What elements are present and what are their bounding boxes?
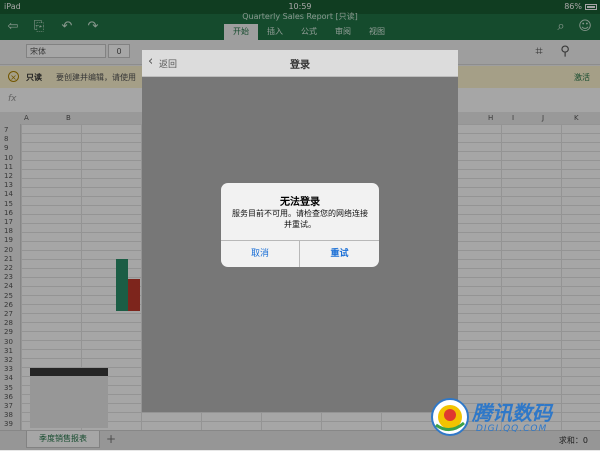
- login-title: 登录: [290, 60, 310, 71]
- error-alert: 无法登录 服务目前不可用。请检查您的网络连接并重试。 取消 重试: [221, 183, 379, 267]
- watermark-url: DIGI.QQ.COM: [476, 424, 548, 434]
- alert-message: 服务目前不可用。请检查您的网络连接并重试。: [232, 209, 368, 229]
- login-nav-bar: ‹ 返回 登录: [142, 50, 458, 77]
- cancel-button[interactable]: 取消: [221, 241, 300, 267]
- watermark: 腾讯数码 DIGI.QQ.COM: [428, 395, 598, 445]
- watermark-text: 腾讯数码: [472, 401, 552, 425]
- alert-title: 无法登录: [280, 197, 320, 208]
- alert-buttons: 取消 重试: [221, 240, 379, 267]
- tencent-logo-icon: [431, 398, 469, 436]
- retry-button[interactable]: 重试: [300, 241, 379, 267]
